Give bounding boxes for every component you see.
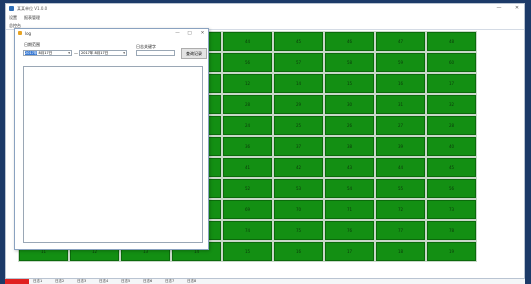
status-tab[interactable]: 日志2 <box>55 279 64 284</box>
device-cell[interactable]: 28 <box>426 115 477 136</box>
app-icon <box>9 6 14 11</box>
status-active-indicator <box>5 279 29 284</box>
device-cell[interactable]: 55 <box>375 178 426 199</box>
menu-item-reports[interactable]: 报表管理 <box>24 15 40 21</box>
device-cell[interactable]: 16 <box>375 73 426 94</box>
device-cell[interactable]: 16 <box>273 241 324 262</box>
device-cell[interactable]: 72 <box>375 199 426 220</box>
device-cell[interactable]: 36 <box>222 136 273 157</box>
device-cell[interactable]: 54 <box>324 178 375 199</box>
dialog-minimize-button[interactable]: — <box>173 30 182 37</box>
dialog-title: log <box>25 31 32 36</box>
device-cell[interactable]: 47 <box>375 31 426 52</box>
device-cell[interactable]: 30 <box>324 94 375 115</box>
device-cell[interactable]: 56 <box>426 178 477 199</box>
device-cell[interactable]: 25 <box>273 115 324 136</box>
status-tab[interactable]: 日志8 <box>187 279 196 284</box>
dialog-icon <box>18 31 22 35</box>
close-button[interactable]: ✕ <box>512 5 522 12</box>
end-date-picker[interactable]: 2017年 8月17日 ▾ <box>79 50 127 56</box>
end-date-value: 2017年 8月17日 <box>81 51 109 55</box>
query-button[interactable]: 查询记录 <box>181 48 207 59</box>
device-cell[interactable]: 42 <box>273 157 324 178</box>
main-titlebar[interactable]: 某某单位 V1.0.0 — ✕ <box>6 4 524 13</box>
device-cell[interactable]: 57 <box>273 52 324 73</box>
minimize-button[interactable]: — <box>494 5 504 12</box>
end-date-dropdown-icon[interactable]: ▾ <box>123 51 125 55</box>
menu-item-settings[interactable]: 设置 <box>9 15 17 21</box>
device-cell[interactable]: 12 <box>222 73 273 94</box>
device-cell[interactable]: 78 <box>426 220 477 241</box>
device-cell[interactable]: 56 <box>222 52 273 73</box>
status-tab[interactable]: 日志7 <box>165 279 174 284</box>
device-cell[interactable]: 59 <box>375 52 426 73</box>
device-cell[interactable]: 48 <box>426 31 477 52</box>
device-cell[interactable]: 70 <box>273 199 324 220</box>
status-tab[interactable]: 日志5 <box>121 279 130 284</box>
statusbar: 日志1 日志2 日志3 日志4 日志5 日志6 日志7 日志8 <box>5 279 525 284</box>
device-cell[interactable]: 40 <box>426 136 477 157</box>
start-date-dropdown-icon[interactable]: ▾ <box>68 51 70 55</box>
device-cell[interactable]: 28 <box>222 94 273 115</box>
device-cell[interactable]: 46 <box>324 31 375 52</box>
status-tab[interactable]: 日志3 <box>77 279 86 284</box>
dialog-titlebar[interactable]: log — □ ✕ <box>15 29 208 38</box>
device-cell[interactable]: 44 <box>222 31 273 52</box>
device-cell[interactable]: 32 <box>426 94 477 115</box>
device-cell[interactable]: 45 <box>273 31 324 52</box>
status-tab[interactable]: 日志6 <box>143 279 152 284</box>
device-cell[interactable]: 44 <box>375 157 426 178</box>
status-tab[interactable]: 日志1 <box>33 279 42 284</box>
device-cell[interactable]: 71 <box>324 199 375 220</box>
log-list[interactable] <box>23 66 203 243</box>
device-cell[interactable]: 60 <box>426 52 477 73</box>
device-cell[interactable]: 74 <box>222 220 273 241</box>
device-cell[interactable]: 69 <box>222 199 273 220</box>
device-cell[interactable]: 38 <box>324 136 375 157</box>
device-cell[interactable]: 39 <box>375 136 426 157</box>
device-cell[interactable]: 77 <box>375 220 426 241</box>
device-cell[interactable]: 15 <box>324 73 375 94</box>
date-separator: — <box>74 51 78 56</box>
dialog-close-button[interactable]: ✕ <box>198 30 207 37</box>
device-cell[interactable]: 31 <box>375 94 426 115</box>
device-cell[interactable]: 43 <box>324 157 375 178</box>
device-cell[interactable]: 18 <box>375 241 426 262</box>
device-cell[interactable]: 58 <box>324 52 375 73</box>
device-cell[interactable]: 17 <box>324 241 375 262</box>
menubar: 设置 报表管理 <box>6 14 524 21</box>
device-cell[interactable]: 73 <box>426 199 477 220</box>
device-cell[interactable]: 27 <box>375 115 426 136</box>
device-cell[interactable]: 17 <box>426 73 477 94</box>
device-cell[interactable]: 53 <box>273 178 324 199</box>
keyword-input[interactable] <box>136 50 175 56</box>
start-date-year: 2017年 <box>25 51 38 55</box>
start-date-picker[interactable]: 2017年 8月17日 ▾ <box>23 50 72 56</box>
device-cell[interactable]: 37 <box>273 136 324 157</box>
date-range-label: 日期范围 <box>24 42 40 47</box>
dialog-maximize-button[interactable]: □ <box>185 30 194 37</box>
device-cell[interactable]: 75 <box>273 220 324 241</box>
start-date-rest: 8月17日 <box>37 51 53 55</box>
device-cell[interactable]: 26 <box>324 115 375 136</box>
device-cell[interactable]: 45 <box>426 157 477 178</box>
log-dialog: log — □ ✕ 日期范围 2017年 8月17日 ▾ — 2017年 8月1… <box>14 28 209 250</box>
status-tab[interactable]: 日志4 <box>99 279 108 284</box>
device-cell[interactable]: 76 <box>324 220 375 241</box>
device-cell[interactable]: 14 <box>273 73 324 94</box>
device-cell[interactable]: 24 <box>222 115 273 136</box>
device-cell[interactable]: 52 <box>222 178 273 199</box>
device-cell[interactable]: 19 <box>426 241 477 262</box>
device-cell[interactable]: 15 <box>222 241 273 262</box>
device-cell[interactable]: 41 <box>222 157 273 178</box>
device-cell[interactable]: 29 <box>273 94 324 115</box>
main-window-title: 某某单位 V1.0.0 <box>17 6 48 11</box>
